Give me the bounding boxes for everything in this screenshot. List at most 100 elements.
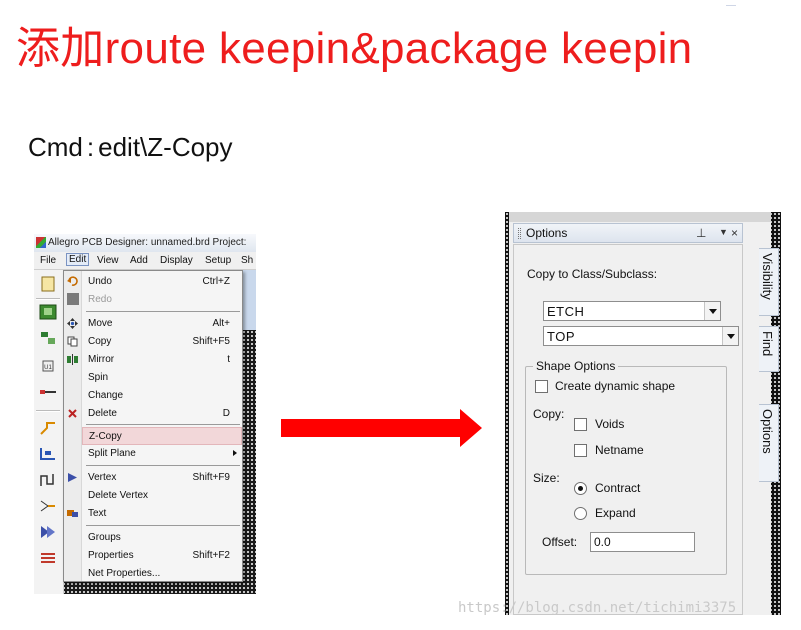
- undo-icon: [67, 276, 78, 286]
- chevron-down-icon[interactable]: [722, 327, 738, 345]
- menu-item-text[interactable]: Text: [82, 505, 242, 522]
- tab-visibility[interactable]: Visibility: [759, 248, 779, 316]
- fanout-icon[interactable]: [39, 498, 57, 514]
- menu-item-copy[interactable]: Copy Shift+F5: [82, 333, 242, 350]
- panel-top-band: [509, 212, 771, 222]
- menu-item-spin[interactable]: Spin: [82, 369, 242, 386]
- arrow-shaft: [281, 419, 463, 437]
- redo-icon: [67, 293, 79, 305]
- arrow-head: [460, 409, 482, 447]
- command-label: Cmd: [28, 132, 83, 162]
- voids-label: Voids: [595, 417, 625, 431]
- shape-options-group: Shape Options Create dynamic shape Copy:…: [525, 359, 727, 575]
- menu-item-redo: Redo: [88, 294, 112, 305]
- tab-options[interactable]: Options: [759, 404, 779, 482]
- offset-input[interactable]: 0.0: [590, 532, 695, 552]
- menu-shape[interactable]: Sh: [241, 255, 253, 266]
- offset-value: 0.0: [594, 535, 611, 549]
- options-body: Copy to Class/Subclass: ETCH TOP Shape O…: [513, 244, 743, 615]
- new-file-icon[interactable]: [39, 276, 57, 292]
- menu-item-undo[interactable]: Undo Ctrl+Z: [82, 273, 242, 290]
- subclass-dropdown[interactable]: TOP: [543, 326, 739, 346]
- submenu-arrow-icon: [233, 450, 237, 456]
- text-icon: [67, 510, 78, 517]
- menu-item-delete-vertex[interactable]: Delete Vertex: [82, 487, 242, 504]
- contract-label: Contract: [595, 481, 641, 495]
- offset-label: Offset:: [542, 535, 578, 549]
- menu-view[interactable]: View: [97, 255, 119, 266]
- menu-separator: [86, 311, 240, 312]
- size-label: Size:: [533, 471, 560, 485]
- tab-find[interactable]: Find: [759, 326, 779, 372]
- window-title: Allegro PCB Designer: unnamed.brd Projec…: [48, 237, 247, 248]
- options-screenshot: Options ⊥ ▼ × Copy to Class/Subclass: ET…: [505, 212, 781, 615]
- route-icon[interactable]: [39, 420, 57, 436]
- menu-setup[interactable]: Setup: [205, 255, 231, 266]
- menu-item-groups[interactable]: Groups: [82, 529, 242, 546]
- contract-radio[interactable]: [574, 482, 587, 495]
- component-icon[interactable]: [39, 330, 57, 346]
- options-frame: Options ⊥ ▼ × Copy to Class/Subclass: ET…: [509, 212, 779, 615]
- command-separator: :: [86, 132, 95, 162]
- copy-icon: [67, 336, 78, 347]
- create-dynamic-shape-label: Create dynamic shape: [555, 379, 676, 393]
- add-connect-icon[interactable]: [39, 446, 57, 462]
- menu-item-properties[interactable]: Properties Shift+F2: [82, 547, 242, 564]
- menu-item-z-copy[interactable]: Z-Copy: [82, 427, 242, 445]
- pin-icon[interactable]: ⊥: [696, 226, 706, 240]
- expand-radio[interactable]: [574, 507, 587, 520]
- copy-label: Copy:: [533, 407, 565, 421]
- board-icon[interactable]: [39, 304, 57, 320]
- slide-icon[interactable]: [39, 472, 57, 488]
- menu-item-split-plane[interactable]: Split Plane: [82, 445, 242, 462]
- watermark: https://blog.csdn.net/tichimi3375: [458, 600, 737, 616]
- options-header: Options ⊥ ▼ ×: [513, 223, 743, 243]
- menu-separator: [86, 525, 240, 526]
- chevron-down-icon[interactable]: [704, 302, 720, 320]
- glossing-icon[interactable]: [39, 524, 57, 540]
- corner-mark: [726, 5, 736, 6]
- menubar: File Edit View Add Display Setup Sh: [34, 252, 256, 270]
- shape-options-label: Shape Options: [533, 359, 619, 373]
- toolbar-divider: [36, 298, 60, 300]
- slide-title: 添加route keepin&package keepin: [16, 24, 693, 73]
- menu-item-change[interactable]: Change: [82, 387, 242, 404]
- netname-checkbox[interactable]: [574, 444, 587, 457]
- menu-file[interactable]: File: [40, 255, 56, 266]
- chip-icon[interactable]: U1: [39, 358, 57, 374]
- connector-icon[interactable]: [39, 384, 57, 400]
- toolbar-divider: [36, 410, 60, 412]
- mirror-icon: [67, 354, 78, 365]
- move-icon: [67, 318, 78, 329]
- delete-icon: [68, 409, 77, 418]
- copy-to-class-label: Copy to Class/Subclass:: [527, 267, 658, 281]
- close-icon[interactable]: ×: [731, 226, 738, 240]
- bus-icon[interactable]: [39, 550, 57, 566]
- menu-item-move[interactable]: Move Alt+: [82, 315, 242, 332]
- menu-item-mirror[interactable]: Mirror t: [82, 351, 242, 368]
- menu-edit[interactable]: Edit: [66, 253, 90, 266]
- subclass-value: TOP: [547, 329, 575, 344]
- menu-display[interactable]: Display: [160, 255, 193, 266]
- menu-item-vertex[interactable]: Vertex Shift+F9: [82, 469, 242, 486]
- netname-label: Netname: [595, 443, 644, 457]
- voids-checkbox[interactable]: [574, 418, 587, 431]
- allegro-app-icon: [36, 237, 46, 248]
- command-value: edit\Z-Copy: [98, 132, 233, 162]
- menu-separator: [86, 424, 240, 425]
- left-toolbar: U1: [34, 270, 64, 594]
- edit-menu-dropdown: Undo Ctrl+Z Redo Move Alt+ Copy Shift+F5 Mi…: [63, 270, 243, 582]
- class-value: ETCH: [547, 304, 585, 319]
- menu-item-net-properties[interactable]: Net Properties...: [82, 565, 242, 582]
- grip-icon[interactable]: [518, 228, 521, 239]
- panel-menu-icon[interactable]: ▼: [719, 227, 728, 237]
- class-dropdown[interactable]: ETCH: [543, 301, 721, 321]
- menu-separator: [86, 465, 240, 466]
- command-line: Cmd: edit\Z-Copy: [28, 132, 233, 163]
- menu-item-delete[interactable]: Delete D: [82, 405, 242, 422]
- vertex-icon: [68, 473, 77, 482]
- create-dynamic-shape-checkbox[interactable]: [535, 380, 548, 393]
- svg-text:U1: U1: [44, 365, 52, 371]
- expand-label: Expand: [595, 506, 636, 520]
- menu-add[interactable]: Add: [130, 255, 148, 266]
